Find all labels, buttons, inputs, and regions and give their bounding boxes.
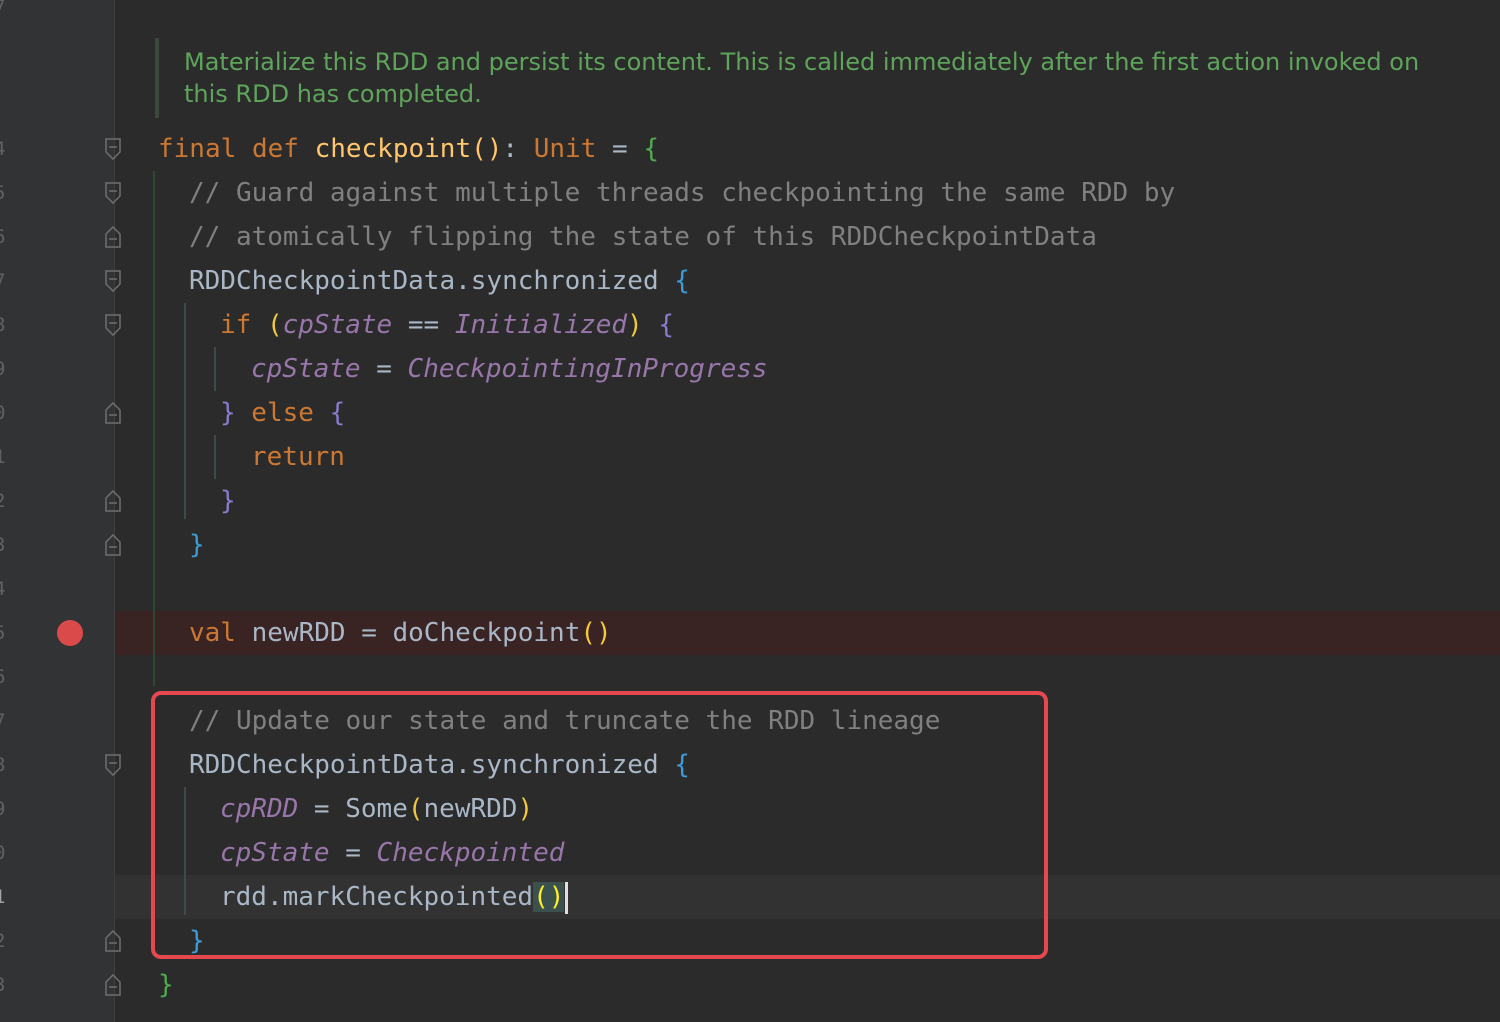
- brace: {: [674, 266, 690, 296]
- paren: (: [266, 310, 283, 340]
- code-line[interactable]: }: [0, 963, 1500, 1007]
- field: cpState: [282, 310, 393, 340]
- operator: =: [360, 354, 408, 384]
- function-name: checkpoint: [314, 134, 472, 164]
- line-number[interactable]: 4: [0, 567, 8, 611]
- parens: (): [580, 618, 612, 648]
- code-line-comment[interactable]: // Guard against multiple threads checkp…: [0, 171, 1500, 215]
- keyword: val: [189, 618, 236, 648]
- code-line[interactable]: cpState = CheckpointingInProgress: [0, 347, 1500, 391]
- field: CheckpointingInProgress: [407, 354, 768, 384]
- code-line-comment[interactable]: // atomically flipping the state of this…: [0, 215, 1500, 259]
- statement: newRDD = doCheckpoint: [235, 618, 581, 648]
- highlight-box: [151, 691, 1048, 959]
- keyword: def: [251, 134, 299, 164]
- code-line[interactable]: }: [0, 479, 1500, 523]
- operator: =: [596, 134, 644, 164]
- code-line[interactable]: } else {: [0, 391, 1500, 435]
- keyword: final: [158, 134, 237, 164]
- doc-comment-bar: [155, 38, 159, 118]
- code-line-breakpoint[interactable]: val newRDD = doCheckpoint(): [0, 611, 1500, 655]
- keyword: else: [235, 398, 330, 428]
- code-line[interactable]: if (cpState == Initialized) {: [0, 303, 1500, 347]
- identifier: RDDCheckpointData.synchronized: [189, 266, 675, 296]
- keyword: if: [220, 310, 267, 340]
- colon: :: [502, 134, 534, 164]
- brace: {: [643, 134, 659, 164]
- brace: }: [220, 398, 236, 428]
- paren: ): [627, 310, 643, 340]
- parens: (): [471, 134, 503, 164]
- brace: {: [329, 398, 346, 428]
- field: cpState: [251, 354, 361, 384]
- code-line[interactable]: }: [0, 523, 1500, 567]
- type-name: Unit: [533, 134, 597, 164]
- field: Initialized: [454, 310, 628, 340]
- line-number[interactable]: 6: [0, 655, 8, 699]
- code-line[interactable]: final def checkpoint(): Unit = {: [0, 127, 1500, 171]
- doc-comment: Materialize this RDD and persist its con…: [184, 48, 1420, 108]
- operator: ==: [392, 310, 455, 340]
- brace: {: [642, 310, 674, 340]
- line-number[interactable]: 7: [0, 0, 8, 29]
- code-line[interactable]: return: [0, 435, 1500, 479]
- code-line[interactable]: RDDCheckpointData.synchronized {: [0, 259, 1500, 303]
